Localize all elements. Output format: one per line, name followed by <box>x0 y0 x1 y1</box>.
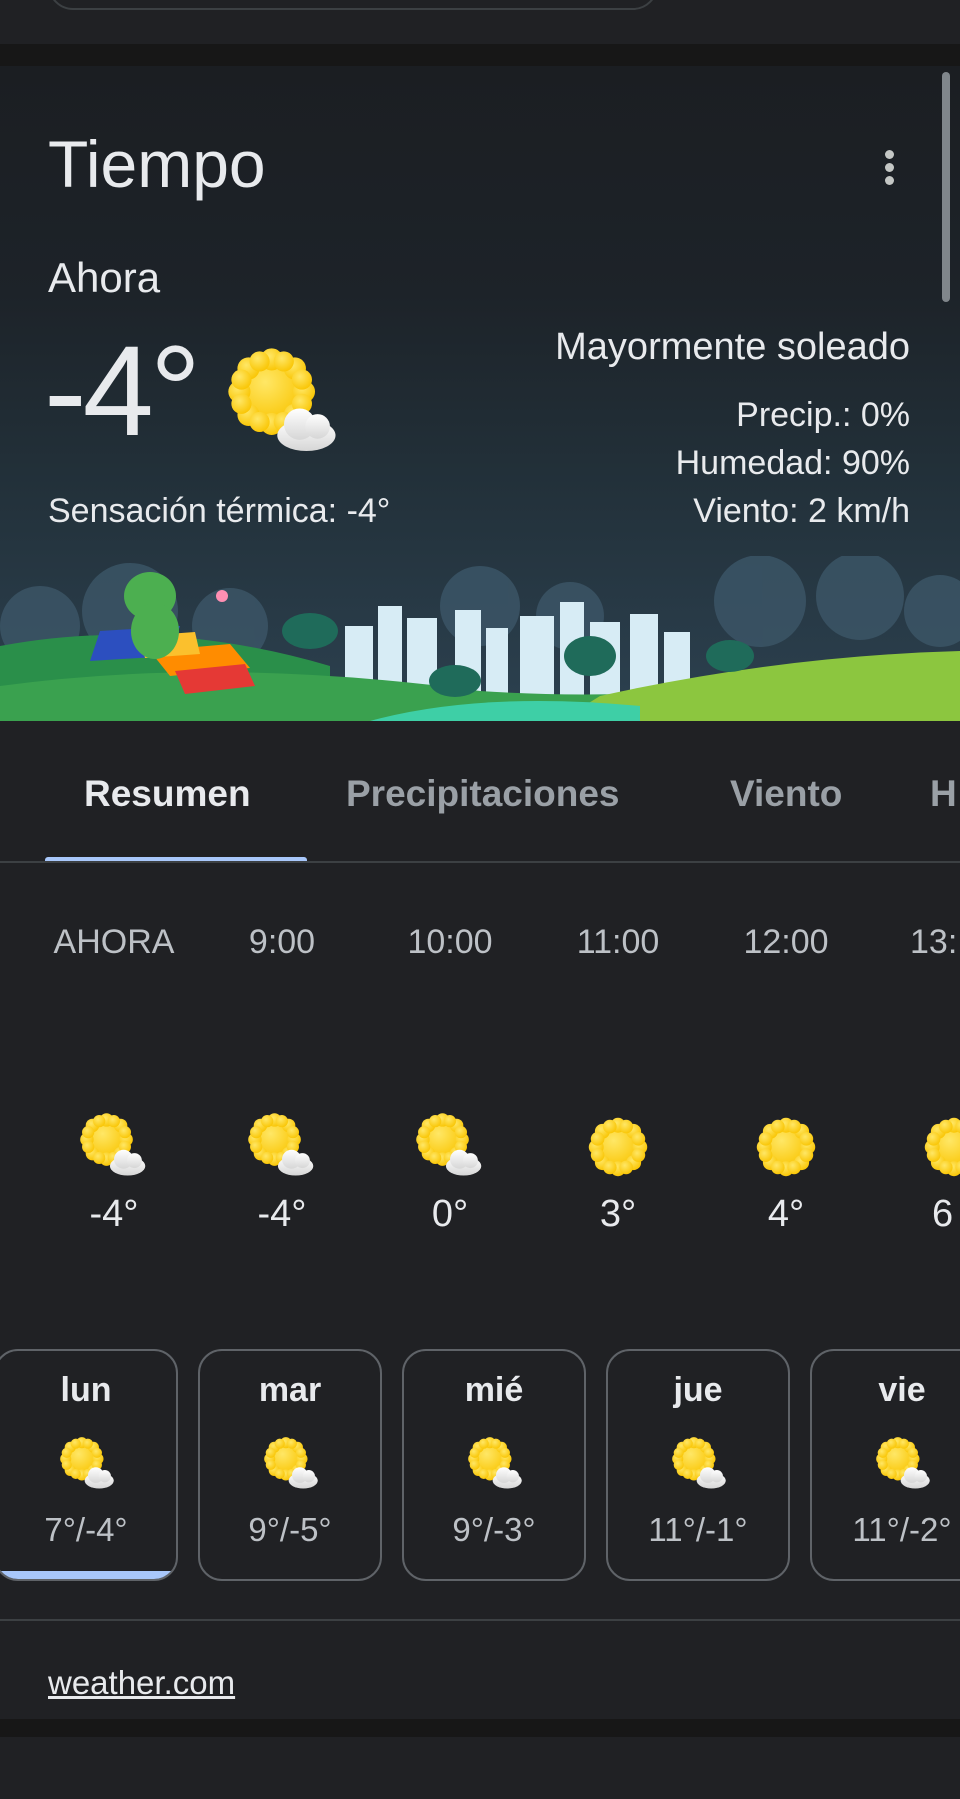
mostly-sunny-icon <box>228 348 340 460</box>
day-range: 9°/-5° <box>248 1511 332 1548</box>
weather-illustration <box>0 556 960 721</box>
day-card-mie[interactable]: mié 9°/-3° <box>402 1349 586 1581</box>
day-name: vie <box>878 1371 926 1409</box>
more-options-icon[interactable] <box>874 150 904 194</box>
hour-time: 13: <box>910 923 958 961</box>
precipitation-stat: Precip.: 0% <box>736 396 910 434</box>
hour-temp: 4° <box>767 1193 805 1235</box>
tab-bar: Resumen Precipitaciones Viento H <box>0 721 960 863</box>
current-temperature: -4° <box>44 320 201 463</box>
mostly-sunny-icon <box>876 1437 932 1493</box>
feels-like: Sensación térmica: -4° <box>48 492 391 530</box>
day-card-vie[interactable]: vie 11°/-2° <box>810 1349 960 1581</box>
day-range: 11°/-1° <box>648 1511 748 1548</box>
tab-precipitaciones[interactable]: Precipitaciones <box>346 773 620 815</box>
scrollbar[interactable] <box>942 72 950 302</box>
day-card-mar[interactable]: mar 9°/-5° <box>198 1349 382 1581</box>
day-name: mar <box>258 1371 322 1409</box>
day-name: lun <box>60 1371 112 1409</box>
hour-time: AHORA <box>53 923 175 961</box>
next-result-area <box>0 1737 960 1799</box>
hour-temp: 3° <box>599 1193 637 1235</box>
mostly-sunny-icon <box>248 1113 316 1181</box>
hour-time: 10:00 <box>407 923 493 961</box>
hourly-forecast[interactable]: AHORA -4° 9:00 -4° 10:00 0° 11:00 3° 12:… <box>0 863 960 1313</box>
humidity-stat: Humedad: 90% <box>675 444 910 482</box>
sunny-icon <box>920 1113 960 1181</box>
day-name: mié <box>464 1371 524 1409</box>
separator <box>0 1719 960 1737</box>
daily-forecast: lun 7°/-4° mar 9°/-5° mié 9°/-3° jue 11°… <box>0 1349 960 1581</box>
source-link[interactable]: weather.com <box>48 1664 235 1702</box>
hour-temp: -4° <box>257 1193 307 1235</box>
mostly-sunny-icon <box>60 1437 116 1493</box>
separator <box>0 44 960 66</box>
top-bar <box>0 0 960 44</box>
day-name: jue <box>673 1371 723 1409</box>
hour-time: 12:00 <box>743 923 829 961</box>
tab-viento[interactable]: Viento <box>730 773 842 815</box>
day-card-lun[interactable]: lun 7°/-4° <box>0 1349 178 1581</box>
day-card-jue[interactable]: jue 11°/-1° <box>606 1349 790 1581</box>
mostly-sunny-icon <box>264 1437 320 1493</box>
tab-humedad[interactable]: H <box>930 773 957 815</box>
card-title: Tiempo <box>48 127 266 201</box>
weather-hero: Tiempo Ahora -4° Sensación térmica: -4° … <box>0 66 960 721</box>
tab-resumen[interactable]: Resumen <box>84 773 251 815</box>
footer-divider <box>0 1619 960 1621</box>
sunny-icon <box>752 1113 820 1181</box>
mostly-sunny-icon <box>672 1437 728 1493</box>
wind-stat: Viento: 2 km/h <box>693 492 910 530</box>
weather-card: Tiempo Ahora -4° Sensación térmica: -4° … <box>0 66 960 1719</box>
mostly-sunny-icon <box>80 1113 148 1181</box>
condition-text: Mayormente soleado <box>555 326 910 368</box>
mostly-sunny-icon <box>416 1113 484 1181</box>
day-range: 7°/-4° <box>44 1511 128 1548</box>
day-range: 11°/-2° <box>852 1511 952 1548</box>
mostly-sunny-icon <box>468 1437 524 1493</box>
hour-temp: -4° <box>89 1193 139 1235</box>
hour-time: 9:00 <box>248 923 316 961</box>
hour-temp: 0° <box>431 1193 469 1235</box>
hour-temp: 6 <box>932 1193 954 1235</box>
search-box[interactable] <box>48 0 658 10</box>
sunny-icon <box>584 1113 652 1181</box>
now-label: Ahora <box>48 254 161 301</box>
hour-time: 11:00 <box>576 923 660 961</box>
selected-day-indicator <box>0 1571 176 1579</box>
day-range: 9°/-3° <box>452 1511 536 1548</box>
